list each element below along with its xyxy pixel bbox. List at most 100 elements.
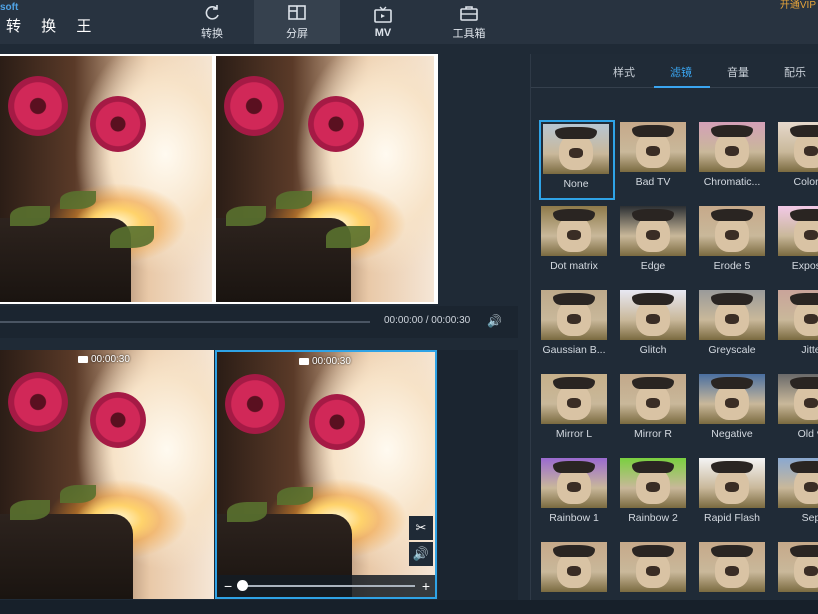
flower (225, 374, 285, 434)
filter-tile[interactable]: Jitte (776, 288, 818, 368)
active-tab-indicator (654, 86, 710, 88)
nav-split-screen-label: 分屏 (286, 28, 308, 40)
main-nav: 转换 分屏 MV 工具箱 (170, 0, 512, 44)
filter-thumbnail (778, 542, 818, 592)
filter-tile[interactable]: Color S (776, 120, 818, 200)
leaf (326, 226, 370, 248)
filter-label: Mirror R (634, 428, 672, 440)
tab-filter[interactable]: 滤镜 (670, 64, 692, 80)
filter-tile[interactable]: Bad TV (618, 120, 694, 200)
hat-figure (553, 545, 595, 557)
seek-bar[interactable] (0, 321, 370, 323)
hat-figure (711, 377, 753, 389)
scissors-icon[interactable]: ✂ (409, 516, 433, 540)
filter-thumbnail (541, 374, 607, 424)
hat-figure (711, 293, 753, 305)
clip-duration-text: 00:00:30 (91, 354, 130, 365)
nav-split-screen[interactable]: 分屏 (254, 0, 340, 44)
leaf (277, 487, 313, 505)
leaf (226, 206, 266, 226)
filter-tile[interactable]: Negative (697, 372, 773, 452)
leaf (60, 485, 96, 503)
volume-icon[interactable]: 🔊 (487, 314, 503, 330)
zoom-out-icon[interactable]: − (224, 578, 232, 594)
filter-tile[interactable]: Sep (776, 456, 818, 536)
leaf (110, 226, 154, 248)
flower-photo (0, 56, 212, 302)
filter-tile[interactable]: Rainbow 2 (618, 456, 694, 536)
filter-tile[interactable]: Mirror R (618, 372, 694, 452)
dog-face (567, 230, 581, 240)
speaker-icon[interactable]: 🔊 (409, 542, 433, 566)
filter-label: Bad TV (635, 176, 671, 188)
filter-thumbnail (541, 290, 607, 340)
playback-time: 00:00:00 / 00:00:30 (384, 315, 471, 326)
filter-tile[interactable]: Exposur (776, 204, 818, 284)
hat-figure (790, 545, 818, 557)
dog-face (569, 148, 583, 158)
hat-figure (555, 127, 597, 139)
vip-link[interactable]: 开通VIP (780, 0, 816, 11)
preview-pane-right (216, 56, 434, 302)
nav-convert[interactable]: 转换 (170, 0, 254, 44)
filter-tile[interactable]: Old vi (776, 372, 818, 452)
filter-tile[interactable]: Edge (618, 204, 694, 284)
filter-tile[interactable]: None (539, 120, 615, 200)
flower (308, 96, 364, 152)
filter-tile[interactable]: Erode 5 (697, 204, 773, 284)
hat-figure (632, 545, 674, 557)
filter-label: Sep (801, 512, 818, 524)
filter-tile[interactable]: Rainbow 1 (539, 456, 615, 536)
clip-slot-1[interactable]: 00:00:30 (0, 350, 214, 599)
toolbox-icon (460, 6, 478, 21)
hat-figure (553, 293, 595, 305)
filter-tile[interactable]: Rapid Flash (697, 456, 773, 536)
preview-pane-left (0, 56, 212, 302)
filter-tile[interactable]: Dot matrix (539, 204, 615, 284)
filter-thumbnail (778, 374, 818, 424)
nav-mv[interactable]: MV (340, 0, 426, 44)
filter-tile[interactable]: Glitch (618, 288, 694, 368)
clip-duration: 00:00:30 (78, 354, 130, 365)
leaf (276, 191, 312, 209)
nav-toolbox[interactable]: 工具箱 (426, 0, 512, 44)
hat-figure (632, 461, 674, 473)
tab-style[interactable]: 样式 (613, 64, 635, 80)
filter-thumbnail (620, 206, 686, 256)
filter-tile[interactable]: Greyscale (697, 288, 773, 368)
top-bar: soft 转 换 王 开通VIP 转换 分屏 MV 工具箱 (0, 0, 818, 44)
clip-duration: 00:00:30 (299, 356, 351, 367)
zoom-handle[interactable] (237, 580, 248, 591)
dog-face (725, 398, 739, 408)
filter-thumbnail (620, 290, 686, 340)
dog-face (804, 482, 818, 492)
filter-tile[interactable]: Mirror L (539, 372, 615, 452)
filter-label: Edge (640, 260, 666, 272)
zoom-track[interactable] (239, 585, 415, 587)
hat-figure (632, 293, 674, 305)
filter-label: Glitch (639, 344, 667, 356)
filter-thumbnail (699, 542, 765, 592)
filter-tile[interactable]: Gaussian B... (539, 288, 615, 368)
split-editor: 00:00:30 00:00:30 ✂ 🔊 − + (0, 350, 438, 600)
filter-thumbnail (541, 458, 607, 508)
flower-photo (217, 352, 435, 597)
zoom-in-icon[interactable]: + (422, 578, 430, 594)
dog-face (646, 398, 660, 408)
filter-thumbnail (699, 374, 765, 424)
filter-label: Jitte (801, 344, 818, 356)
tab-volume[interactable]: 音量 (727, 64, 749, 80)
filter-tile[interactable]: Chromatic... (697, 120, 773, 200)
leaf (10, 500, 50, 520)
filter-thumbnail (620, 122, 686, 172)
filter-label: Dot matrix (550, 260, 598, 272)
filter-label: Mirror L (555, 428, 593, 440)
tab-music[interactable]: 配乐 (784, 64, 806, 80)
clip-slot-2[interactable]: 00:00:30 ✂ 🔊 − + (215, 350, 437, 599)
filter-label: Old vi (797, 428, 818, 440)
dog-face (804, 314, 818, 324)
hat-figure (790, 125, 818, 137)
flower (8, 372, 68, 432)
filter-thumbnail (699, 122, 765, 172)
dog-face (804, 398, 818, 408)
